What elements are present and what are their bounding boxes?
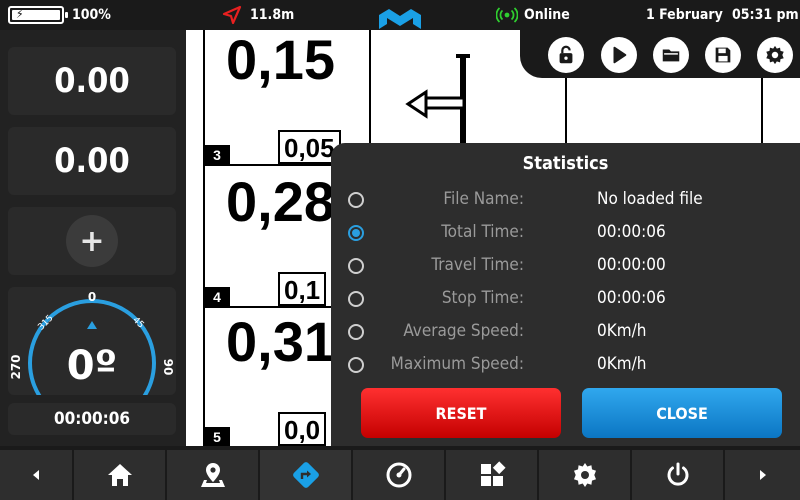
stat-value: No loaded file bbox=[597, 189, 703, 209]
nav-next-button[interactable] bbox=[725, 450, 800, 500]
compass-west-label: 270 bbox=[9, 354, 23, 379]
save-button[interactable] bbox=[705, 37, 741, 73]
stat-row-file-name[interactable]: File Name: No loaded file bbox=[331, 185, 800, 213]
online-status: Online bbox=[524, 7, 570, 23]
battery-percent: 100% bbox=[72, 7, 111, 23]
battery-indicator: ⚡ 100% bbox=[8, 0, 111, 30]
roadbook-row-number: 4 bbox=[204, 287, 230, 307]
radio-button[interactable] bbox=[348, 258, 364, 274]
top-toolbar bbox=[520, 30, 800, 78]
settings-button[interactable] bbox=[757, 37, 793, 73]
power-icon bbox=[667, 462, 688, 486]
unlock-icon bbox=[559, 45, 573, 64]
distance-counter-1[interactable]: 0.00 bbox=[8, 47, 176, 115]
counter-2-value: 0.00 bbox=[54, 141, 130, 181]
radio-button[interactable] bbox=[348, 225, 364, 241]
home-icon bbox=[107, 464, 132, 486]
roadbook-total-distance: 0,0 bbox=[278, 412, 327, 446]
dialog-title: Statistics bbox=[522, 153, 609, 174]
tulip-left-turn-icon bbox=[405, 54, 470, 152]
close-button[interactable]: CLOSE bbox=[582, 388, 782, 438]
nav-home-button[interactable] bbox=[74, 450, 165, 500]
open-folder-button[interactable] bbox=[653, 37, 689, 73]
radio-button[interactable] bbox=[348, 357, 364, 373]
map-pin-icon bbox=[200, 463, 225, 487]
stat-value: 00:00:06 bbox=[597, 288, 666, 308]
stat-label: Maximum Speed: bbox=[390, 354, 524, 374]
nav-roadbook-button[interactable] bbox=[260, 450, 351, 500]
stat-label: File Name: bbox=[443, 189, 524, 209]
gear-icon bbox=[766, 45, 784, 65]
stat-value: 0Km/h bbox=[597, 321, 647, 341]
stat-label: Travel Time: bbox=[431, 255, 524, 275]
timer-display: 00:00:06 bbox=[8, 403, 176, 435]
compass-dial: 0 45 315 90 270 0º bbox=[9, 290, 175, 395]
save-icon bbox=[715, 47, 731, 63]
stat-label: Average Speed: bbox=[403, 321, 524, 341]
folder-icon bbox=[662, 49, 680, 62]
navigation-arrow-icon bbox=[222, 5, 242, 25]
radio-button[interactable] bbox=[348, 324, 364, 340]
battery-icon: ⚡ bbox=[8, 6, 68, 24]
add-widget-button[interactable]: + bbox=[66, 215, 118, 267]
signal-icon bbox=[496, 7, 518, 23]
radio-button[interactable] bbox=[348, 192, 364, 208]
chevron-left-icon bbox=[33, 470, 39, 480]
unlock-button[interactable] bbox=[548, 37, 584, 73]
time-display: 05:31 pm bbox=[732, 7, 799, 23]
roadbook-row-number: 5 bbox=[204, 427, 230, 446]
widgets-icon bbox=[480, 461, 506, 486]
nav-power-button[interactable] bbox=[632, 450, 723, 500]
compass-north-label: 0 bbox=[88, 290, 96, 304]
nav-previous-button[interactable] bbox=[0, 450, 72, 500]
counter-1-value: 0.00 bbox=[54, 61, 130, 101]
distance-indicator: 11.8m bbox=[222, 0, 294, 30]
distance-counter-2[interactable]: 0.00 bbox=[8, 127, 176, 195]
speedometer-icon bbox=[386, 462, 411, 488]
stat-value: 00:00:06 bbox=[597, 222, 666, 242]
stat-row-average-speed[interactable]: Average Speed: 0Km/h bbox=[331, 317, 800, 345]
roadbook-total-distance: 0,1 bbox=[278, 272, 327, 306]
roadbook-divider bbox=[761, 70, 763, 150]
left-panel: 0.00 0.00 + 0 45 315 90 270 0º 00:00:06 bbox=[0, 30, 186, 446]
compass-heading: 0º bbox=[67, 343, 117, 389]
stat-row-total-time[interactable]: Total Time: 00:00:06 bbox=[331, 218, 800, 246]
play-button[interactable] bbox=[601, 37, 637, 73]
roadbook-divider bbox=[203, 30, 205, 446]
roadbook-partial-distance: 0,15 bbox=[226, 30, 335, 91]
distance-value: 11.8m bbox=[250, 7, 295, 23]
stat-label: Stop Time: bbox=[441, 288, 524, 308]
gear-icon bbox=[573, 463, 596, 487]
stat-label: Total Time: bbox=[441, 222, 524, 242]
stat-row-travel-time[interactable]: Travel Time: 00:00:00 bbox=[331, 251, 800, 279]
chevron-right-icon bbox=[759, 470, 766, 480]
roadbook-partial-distance: 0,31 bbox=[226, 310, 335, 373]
heading-marker-icon bbox=[87, 321, 97, 329]
nav-settings-button[interactable] bbox=[539, 450, 630, 500]
roadbook-divider bbox=[565, 70, 567, 150]
date-display: 1 February bbox=[646, 7, 723, 23]
bolt-icon: ⚡ bbox=[16, 7, 24, 21]
compass-widget: 0 45 315 90 270 0º bbox=[8, 287, 176, 395]
radio-button[interactable] bbox=[348, 291, 364, 307]
play-icon bbox=[613, 46, 627, 64]
roadbook-row-number: 3 bbox=[204, 145, 230, 165]
connection-indicator: Online bbox=[496, 0, 570, 30]
stat-row-maximum-speed[interactable]: Maximum Speed: 0Km/h bbox=[331, 350, 800, 378]
add-widget-slot: + bbox=[8, 207, 176, 275]
bottom-navigation bbox=[0, 446, 800, 500]
reset-button[interactable]: RESET bbox=[361, 388, 561, 438]
timer-value: 00:00:06 bbox=[53, 409, 131, 429]
statistics-dialog: Statistics File Name: No loaded file Tot… bbox=[331, 143, 800, 446]
nav-widgets-button[interactable] bbox=[446, 450, 537, 500]
roadbook-partial-distance: 0,28 bbox=[226, 170, 335, 233]
nav-speedometer-button[interactable] bbox=[353, 450, 444, 500]
route-direction-icon bbox=[292, 462, 319, 488]
stat-value: 00:00:00 bbox=[597, 255, 666, 275]
compass-east-label: 90 bbox=[161, 359, 175, 376]
nav-map-button[interactable] bbox=[167, 450, 258, 500]
stat-value: 0Km/h bbox=[597, 354, 647, 374]
stat-row-stop-time[interactable]: Stop Time: 00:00:06 bbox=[331, 284, 800, 312]
